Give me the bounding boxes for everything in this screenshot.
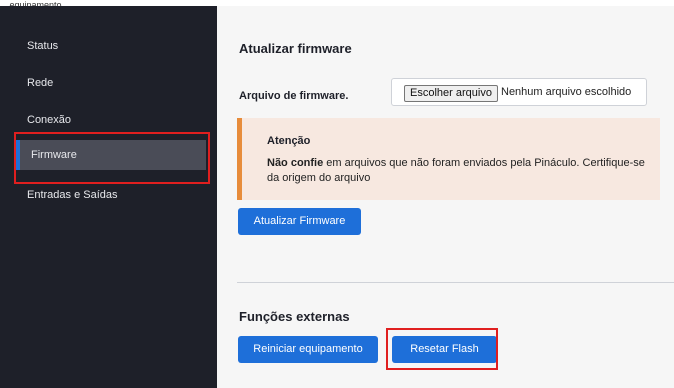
alert-message-bold: Não confie (267, 157, 324, 169)
sidebar-item-label: Status (27, 40, 59, 52)
sidebar-item-label: Rede (27, 77, 54, 89)
main-content: Atualizar firmware Arquivo de firmware. … (217, 6, 674, 388)
sidebar-item-status[interactable]: Status (0, 31, 217, 61)
sidebar-item-firmware[interactable]: Firmware (16, 140, 206, 170)
sidebar-item-label: Entradas e Saídas (27, 189, 118, 201)
alert-message: Não confie em arquivos que não foram env… (267, 156, 652, 186)
sidebar-item-entradas-e-saidas[interactable]: Entradas e Saídas (0, 180, 217, 210)
choose-file-button[interactable]: Escolher arquivo (404, 85, 498, 102)
external-functions-title: Funções externas (239, 309, 350, 324)
sidebar-item-label: Conexão (27, 114, 72, 126)
section-divider (237, 282, 674, 283)
file-status-text: Nenhum arquivo escolhido (501, 86, 632, 98)
sidebar-item-conexao[interactable]: Conexão (0, 105, 217, 135)
sidebar-item-rede[interactable]: Rede (0, 68, 217, 98)
firmware-file-label: Arquivo de firmware. (239, 90, 349, 102)
warning-alert: Atenção Não confie em arquivos que não f… (237, 118, 660, 200)
sidebar: Status Rede Conexão Firmware Entradas e … (0, 6, 217, 388)
sidebar-item-label: Firmware (31, 149, 77, 161)
alert-message-text: em arquivos que não foram enviados pela … (267, 157, 645, 184)
restart-device-button[interactable]: Reiniciar equipamento (238, 336, 378, 363)
alert-title: Atenção (267, 135, 311, 147)
firmware-section-title: Atualizar firmware (239, 41, 352, 56)
firmware-file-input[interactable]: Escolher arquivo Nenhum arquivo escolhid… (391, 78, 647, 106)
reset-flash-button[interactable]: Resetar Flash (392, 336, 497, 363)
update-firmware-button[interactable]: Atualizar Firmware (238, 208, 361, 235)
